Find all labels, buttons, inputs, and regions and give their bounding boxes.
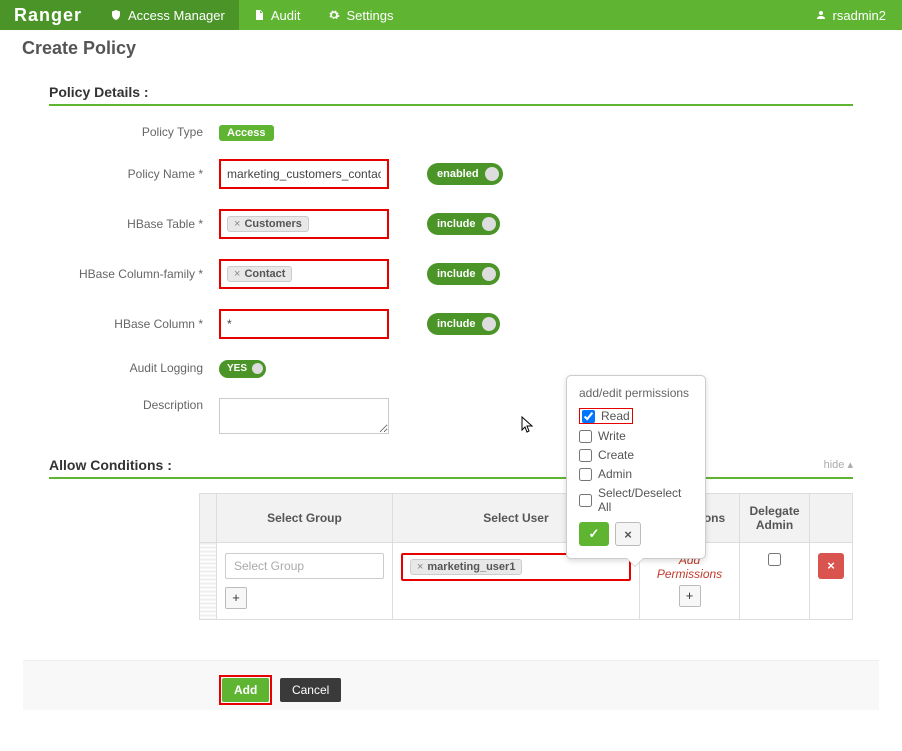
delete-row-button[interactable]: × [818, 553, 844, 579]
perm-create-checkbox[interactable] [579, 449, 592, 462]
perm-selectall-row[interactable]: Select/Deselect All [579, 486, 693, 514]
section-allow-conditions: Allow Conditions : [49, 457, 172, 473]
perm-read-row[interactable]: Read [579, 408, 633, 424]
perm-create-row[interactable]: Create [579, 448, 693, 462]
label-hbase-table: HBase Table * [49, 217, 219, 231]
audit-logging-toggle[interactable]: YES [219, 360, 266, 378]
user-tag-label: marketing_user1 [427, 561, 515, 573]
policy-type-badge: Access [219, 125, 274, 141]
hbase-col-field-wrap [219, 309, 389, 339]
gear-icon [328, 9, 340, 21]
section-policy-details: Policy Details : [49, 84, 853, 106]
hbase-table-tag[interactable]: × Customers [227, 216, 309, 232]
add-group-button[interactable]: + [225, 587, 247, 609]
tag-remove-icon[interactable]: × [417, 561, 423, 573]
toggle-knob [482, 317, 496, 331]
brand-logo[interactable]: Ranger [0, 0, 96, 30]
label-hbase-cf: HBase Column-family * [49, 267, 219, 281]
perm-read-checkbox[interactable] [582, 410, 595, 423]
include-toggle-table[interactable]: include [427, 213, 500, 235]
hbase-col-input[interactable] [227, 317, 381, 331]
cancel-button[interactable]: Cancel [280, 678, 341, 702]
tag-remove-icon[interactable]: × [234, 218, 240, 230]
perm-write-label: Write [598, 429, 626, 443]
perm-admin-row[interactable]: Admin [579, 467, 693, 481]
col-select-group: Select Group [217, 493, 393, 542]
hbase-cf-field[interactable]: × Contact [219, 259, 389, 289]
hbase-table-field[interactable]: × Customers [219, 209, 389, 239]
user-icon [815, 9, 827, 21]
drag-handle-header [200, 493, 217, 542]
popover-confirm-button[interactable]: ✓ [579, 522, 609, 546]
enabled-toggle-label: enabled [437, 168, 479, 180]
tag-remove-icon[interactable]: × [234, 268, 240, 280]
hide-link[interactable]: hide ▴ [824, 458, 853, 471]
top-nav: Ranger Access Manager Audit Settings rsa… [0, 0, 902, 30]
add-button-highlight: Add [219, 675, 272, 705]
include-toggle-col-label: include [437, 318, 476, 330]
nav-user[interactable]: rsadmin2 [799, 0, 902, 30]
nav-settings-label: Settings [346, 8, 393, 23]
nav-settings[interactable]: Settings [314, 0, 407, 30]
perm-admin-checkbox[interactable] [579, 468, 592, 481]
hbase-cf-tag-label: Contact [244, 268, 285, 280]
nav-audit[interactable]: Audit [239, 0, 315, 30]
add-permission-button[interactable]: + [679, 585, 701, 607]
label-description: Description [49, 398, 219, 412]
label-policy-name: Policy Name * [49, 167, 219, 181]
hbase-cf-tag[interactable]: × Contact [227, 266, 292, 282]
hbase-table-tag-label: Customers [244, 218, 301, 230]
label-policy-type: Policy Type [49, 125, 219, 139]
nav-access-manager[interactable]: Access Manager [96, 0, 239, 30]
include-toggle-cf[interactable]: include [427, 263, 500, 285]
shield-icon [110, 9, 122, 21]
include-toggle-col[interactable]: include [427, 313, 500, 335]
page-title: Create Policy [22, 38, 880, 59]
nav-audit-label: Audit [271, 8, 301, 23]
policy-name-input[interactable] [227, 167, 381, 181]
select-group-input[interactable]: Select Group [225, 553, 384, 579]
nav-user-label: rsadmin2 [833, 8, 886, 23]
perm-write-checkbox[interactable] [579, 430, 592, 443]
toggle-knob [482, 217, 496, 231]
table-row: Select Group + × marketing_user1 [200, 542, 853, 619]
include-toggle-cf-label: include [437, 268, 476, 280]
popover-title: add/edit permissions [579, 386, 693, 400]
toggle-knob [485, 167, 499, 181]
label-audit-logging: Audit Logging [49, 361, 219, 375]
policy-name-field-wrap [219, 159, 389, 189]
perm-read-label: Read [601, 409, 630, 423]
delegate-admin-checkbox[interactable] [768, 553, 781, 566]
nav-access-manager-label: Access Manager [128, 8, 225, 23]
perm-selectall-label: Select/Deselect All [598, 486, 693, 514]
perm-write-row[interactable]: Write [579, 429, 693, 443]
include-toggle-table-label: include [437, 218, 476, 230]
toggle-knob [252, 363, 263, 374]
add-button[interactable]: Add [222, 678, 269, 702]
audit-logging-toggle-label: YES [227, 363, 247, 374]
description-textarea[interactable] [219, 398, 389, 434]
perm-admin-label: Admin [598, 467, 632, 481]
label-hbase-col: HBase Column * [49, 317, 219, 331]
enabled-toggle[interactable]: enabled [427, 163, 503, 185]
col-actions [810, 493, 853, 542]
drag-handle[interactable] [200, 542, 217, 619]
conditions-table: Select Group Select User Permissions Del… [199, 493, 853, 620]
perm-selectall-checkbox[interactable] [579, 494, 592, 507]
permissions-popover: add/edit permissions Read Write Create A… [566, 375, 706, 559]
user-tag[interactable]: × marketing_user1 [410, 559, 522, 575]
toggle-knob [482, 267, 496, 281]
popover-cancel-button[interactable]: × [615, 522, 641, 546]
col-delegate-admin: Delegate Admin [740, 493, 810, 542]
file-icon [253, 9, 265, 21]
perm-create-label: Create [598, 448, 634, 462]
